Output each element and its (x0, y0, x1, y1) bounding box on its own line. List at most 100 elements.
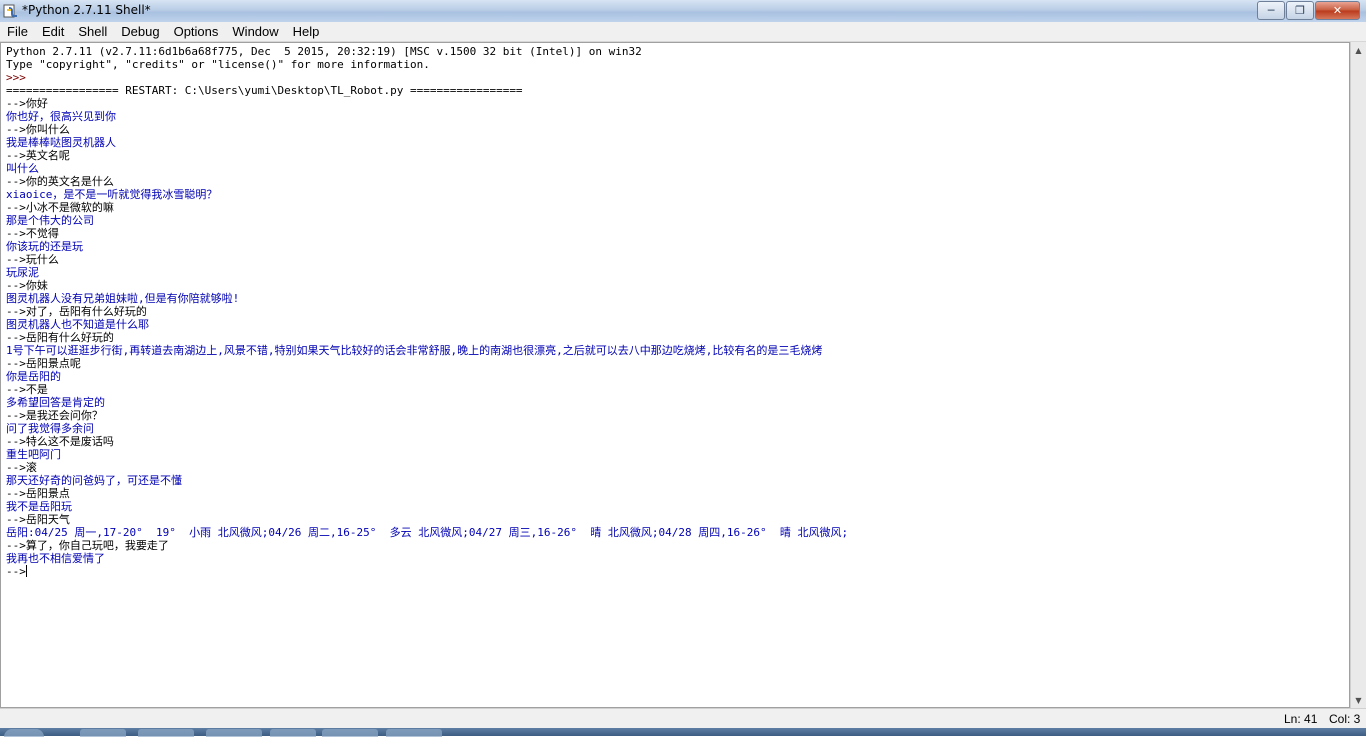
minimize-icon: ─ (1267, 4, 1275, 17)
shell-line-text: -->你妹 (6, 279, 48, 292)
maximize-icon: ❐ (1295, 4, 1305, 17)
menu-window[interactable]: Window (225, 22, 285, 41)
close-icon: ✕ (1332, 4, 1343, 17)
shell-line-text: Python 2.7.11 (v2.7.11:6d1b6a68f775, Dec… (6, 45, 642, 58)
shell-line-text: 你该玩的还是玩 (6, 240, 83, 253)
shell-line-text: -->你的英文名是什么 (6, 175, 114, 188)
shell-line: 叫什么 (6, 162, 848, 175)
shell-line-text: -->岳阳景点呢 (6, 357, 81, 370)
shell-line-text: 我再也不相信爱情了 (6, 552, 105, 565)
menu-debug[interactable]: Debug (114, 22, 166, 41)
shell-line-text: -->你好 (6, 97, 48, 110)
shell-line-text: -->小冰不是微软的嘛 (6, 201, 114, 214)
shell-line-text: xiaoice，是不是一听就觉得我冰雪聪明？ (6, 188, 218, 201)
shell-line: 图灵机器人也不知道是什么耶 (6, 318, 848, 331)
shell-line: -->岳阳景点呢 (6, 357, 848, 370)
vertical-scrollbar[interactable]: ▲ ▼ (1350, 42, 1366, 708)
shell-line: -->对了，岳阳有什么好玩的 (6, 305, 848, 318)
shell-line-text: Type "copyright", "credits" or "license(… (6, 58, 430, 71)
scroll-up-icon[interactable]: ▲ (1351, 42, 1366, 58)
menu-help[interactable]: Help (286, 22, 327, 41)
shell-text-area[interactable]: Python 2.7.11 (v2.7.11:6d1b6a68f775, Dec… (0, 42, 1350, 708)
shell-line: 图灵机器人没有兄弟姐妹啦,但是有你陪就够啦! (6, 292, 848, 305)
shell-line: -->不觉得 (6, 227, 848, 240)
status-column-number: Col: 3 (1329, 712, 1361, 726)
shell-line-text: -->不觉得 (6, 227, 59, 240)
shell-line: 你也好，很高兴见到你 (6, 110, 848, 123)
shell-line: 我不是岳阳玩 (6, 500, 848, 513)
shell-line-text: -->岳阳有什么好玩的 (6, 331, 114, 344)
shell-line-text: -->滚 (6, 461, 37, 474)
shell-line-text: -->玩什么 (6, 253, 59, 266)
shell-line-text: 我不是岳阳玩 (6, 500, 72, 513)
shell-line-text: 那是个伟大的公司 (6, 214, 94, 227)
menu-edit[interactable]: Edit (35, 22, 71, 41)
shell-line-text: 图灵机器人也不知道是什么耶 (6, 318, 149, 331)
close-button[interactable]: ✕ (1315, 1, 1360, 20)
scroll-down-icon[interactable]: ▼ (1351, 692, 1366, 708)
shell-line: 我是棒棒哒图灵机器人 (6, 136, 848, 149)
shell-line-text: 重生吧阿门 (6, 448, 61, 461)
shell-line-text: 问了我觉得多余问 (6, 422, 94, 435)
shell-line: -->你的英文名是什么 (6, 175, 848, 188)
shell-line: 1号下午可以逛逛步行街,再转道去南湖边上,风景不错,特别如果天气比较好的话会非常… (6, 344, 848, 357)
shell-line: 岳阳:04/25 周一,17-20° 19° 小雨 北风微风;04/26 周二,… (6, 526, 848, 539)
shell-line: -->岳阳景点 (6, 487, 848, 500)
status-line-number: Ln: 41 (1284, 712, 1318, 726)
shell-line: -->小冰不是微软的嘛 (6, 201, 848, 214)
title-bar[interactable]: *Python 2.7.11 Shell* ─ ❐ ✕ (0, 0, 1366, 23)
shell-line: -->算了，你自己玩吧，我要走了 (6, 539, 848, 552)
shell-line-text: -->是我还会问你？ (6, 409, 103, 422)
shell-line: -->玩什么 (6, 253, 848, 266)
menu-options[interactable]: Options (167, 22, 226, 41)
status-bar: Ln: 41 Col: 3 (0, 708, 1366, 728)
shell-line-text: 1号下午可以逛逛步行街,再转道去南湖边上,风景不错,特别如果天气比较好的话会非常… (6, 344, 823, 357)
shell-line-text: ================= RESTART: C:\Users\yumi… (6, 84, 523, 97)
shell-line: Type "copyright", "credits" or "license(… (6, 58, 848, 71)
menu-shell[interactable]: Shell (71, 22, 114, 41)
shell-line: 那是个伟大的公司 (6, 214, 848, 227)
shell-line: -->特么这不是废话吗 (6, 435, 848, 448)
shell-line: -->你妹 (6, 279, 848, 292)
shell-line: --> (6, 565, 848, 578)
window-title: *Python 2.7.11 Shell* (22, 3, 151, 17)
menu-file[interactable]: File (0, 22, 35, 41)
shell-line: 多希望回答是肯定的 (6, 396, 848, 409)
shell-line-text: >>> (6, 71, 33, 84)
shell-line: 你该玩的还是玩 (6, 240, 848, 253)
menu-bar: File Edit Shell Debug Options Window Hel… (0, 22, 1366, 42)
shell-line: -->你叫什么 (6, 123, 848, 136)
shell-line-text: 你是岳阳的 (6, 370, 61, 383)
shell-line-text: 叫什么 (6, 162, 39, 175)
shell-line-text: 你也好，很高兴见到你 (6, 110, 116, 123)
shell-line-text: -->特么这不是废话吗 (6, 435, 114, 448)
shell-line-text: -->岳阳景点 (6, 487, 70, 500)
shell-line-text: -->岳阳天气 (6, 513, 70, 526)
shell-line: 重生吧阿门 (6, 448, 848, 461)
shell-line-text: --> (6, 565, 26, 578)
maximize-button[interactable]: ❐ (1286, 1, 1314, 20)
shell-line-text: -->对了，岳阳有什么好玩的 (6, 305, 147, 318)
shell-line-text: -->不是 (6, 383, 48, 396)
shell-line: -->岳阳有什么好玩的 (6, 331, 848, 344)
shell-line: 我再也不相信爱情了 (6, 552, 848, 565)
shell-line-text: 我是棒棒哒图灵机器人 (6, 136, 116, 149)
shell-line-text: 图灵机器人没有兄弟姐妹啦,但是有你陪就够啦! (6, 292, 240, 305)
shell-line: xiaoice，是不是一听就觉得我冰雪聪明？ (6, 188, 848, 201)
shell-line-text: -->你叫什么 (6, 123, 70, 136)
shell-line-text: 那天还好奇的问爸妈了，可还是不懂 (6, 474, 182, 487)
shell-line-text: -->算了，你自己玩吧，我要走了 (6, 539, 169, 552)
shell-line: 你是岳阳的 (6, 370, 848, 383)
shell-line: -->不是 (6, 383, 848, 396)
shell-line: -->滚 (6, 461, 848, 474)
shell-line: 问了我觉得多余问 (6, 422, 848, 435)
minimize-button[interactable]: ─ (1257, 1, 1285, 20)
shell-line-text: -->英文名呢 (6, 149, 70, 162)
shell-line: 那天还好奇的问爸妈了，可还是不懂 (6, 474, 848, 487)
shell-line: Python 2.7.11 (v2.7.11:6d1b6a68f775, Dec… (6, 45, 848, 58)
shell-output: Python 2.7.11 (v2.7.11:6d1b6a68f775, Dec… (6, 45, 848, 578)
python-idle-icon (3, 4, 17, 18)
shell-line-text: 多希望回答是肯定的 (6, 396, 105, 409)
shell-line-text: 玩尿泥 (6, 266, 39, 279)
shell-line: -->是我还会问你？ (6, 409, 848, 422)
